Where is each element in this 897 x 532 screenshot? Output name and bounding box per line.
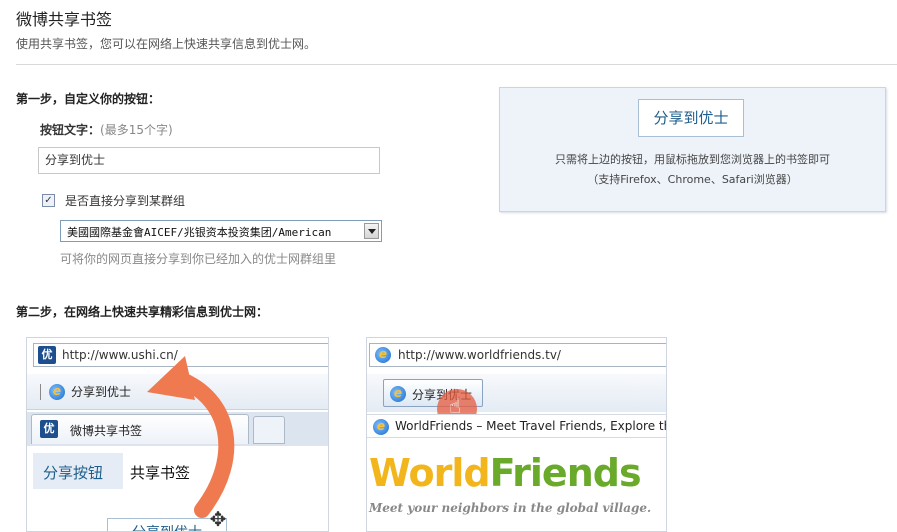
worldfriends-logo: WorldFriends bbox=[369, 451, 642, 495]
share-bookmark-button[interactable]: 分享到优士 bbox=[638, 99, 744, 137]
address-url: http://www.worldfriends.tv/ bbox=[398, 348, 561, 362]
button-text-input[interactable]: 分享到优士 bbox=[38, 147, 380, 174]
chevron-down-icon[interactable] bbox=[364, 223, 379, 239]
address-bar: e http://www.worldfriends.tv/ bbox=[369, 343, 666, 367]
button-text-hint: (最多15个字) bbox=[100, 123, 173, 137]
illustration-drag-bookmark: 优 http://www.ushi.cn/ e 分享到优士 优 微博共享书签 分… bbox=[26, 337, 329, 532]
illustration-click-bookmark: e http://www.worldfriends.tv/ e 分享到优士 ☝ … bbox=[366, 337, 667, 532]
group-checkbox-label: 是否直接分享到某群组 bbox=[65, 194, 186, 208]
step2-title: 第二步，在网络上快速共享精彩信息到优士网： bbox=[16, 305, 269, 319]
ie-icon: e bbox=[375, 347, 391, 363]
ie-icon: e bbox=[373, 419, 389, 435]
divider bbox=[16, 64, 897, 65]
curved-arrow-icon bbox=[147, 356, 235, 518]
group-checkbox[interactable]: ✓ bbox=[42, 194, 55, 207]
worldfriends-tagline: Meet your neighbors in the global villag… bbox=[369, 501, 652, 515]
browser-tab-label: WorldFriends – Meet Travel Friends, Expl… bbox=[395, 419, 667, 433]
group-hint: 可将你的网页直接分享到你已经加入的优士网群组里 bbox=[60, 252, 337, 266]
tab-row: e WorldFriends – Meet Travel Friends, Ex… bbox=[367, 414, 667, 438]
logo-part1: World bbox=[369, 451, 491, 495]
bookmark-bar: e 分享到优士 ☝ bbox=[367, 374, 666, 429]
group-select[interactable]: 美國國際基金會AICEF/兆银资本投资集团/American bbox=[60, 220, 382, 242]
preview-note-2: （支持Firefox、Chrome、Safari浏览器） bbox=[587, 173, 798, 186]
group-select-value: 美國國際基金會AICEF/兆银资本投资集团/American bbox=[67, 226, 332, 239]
button-text-label: 按钮文字： bbox=[40, 123, 101, 137]
curved-arrow-head bbox=[147, 356, 195, 400]
ie-icon: e bbox=[390, 386, 406, 402]
button-text-label-line: 按钮文字：(最多15个字) bbox=[40, 121, 173, 138]
preview-note-1: 只需将上边的按钮，用鼠标拖放到您浏览器上的书签即可 bbox=[555, 153, 830, 166]
step1-title: 第一步，自定义你的按钮： bbox=[16, 92, 161, 106]
page-title: 微博共享书签 bbox=[16, 10, 113, 29]
page-description: 使用共享书签，您可以在网络上快速共享信息到优士网。 bbox=[16, 37, 317, 51]
preview-panel: 分享到优士 只需将上边的按钮，用鼠标拖放到您浏览器上的书签即可 （支持Firef… bbox=[499, 87, 886, 212]
logo-part2: Friends bbox=[489, 451, 642, 495]
